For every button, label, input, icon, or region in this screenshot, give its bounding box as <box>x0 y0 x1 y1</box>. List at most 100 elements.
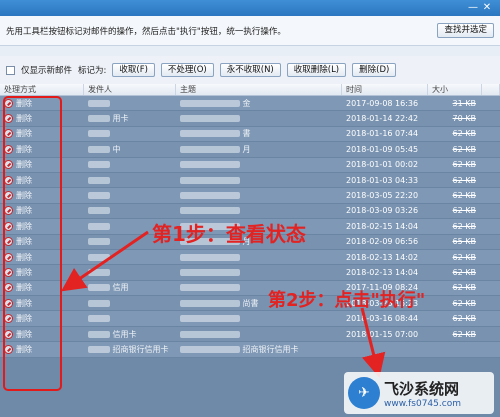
row-action-cell[interactable]: 删除 <box>0 236 84 247</box>
row-action-cell[interactable]: 删除 <box>0 113 84 124</box>
row-subject: 月 <box>242 144 251 154</box>
ignore-button[interactable]: 不处理(O) <box>160 63 214 77</box>
row-time: 2018-03-26 15:23 <box>346 298 419 308</box>
row-size: 65 KB <box>452 237 476 247</box>
receive-delete-button[interactable]: 收取删除(L) <box>286 63 347 77</box>
row-sender: 信用 <box>112 283 129 293</box>
table-row[interactable]: 删除 2018-02-15 14:04 62 KB <box>0 219 500 235</box>
row-sender: 中 <box>112 144 121 154</box>
table-row[interactable]: 删除 月 2018-02-09 06:56 65 KB <box>0 234 500 250</box>
row-action-label: 删除 <box>16 344 32 354</box>
table-row[interactable]: 删除 2018-03-05 22:20 62 KB <box>0 188 500 204</box>
delete-mark-icon <box>4 129 13 139</box>
only-new-checkbox[interactable] <box>6 65 15 75</box>
row-size: 62 KB <box>452 191 476 201</box>
table-row[interactable]: 删除 招商银行信用卡 招商银行信用卡 <box>0 342 500 358</box>
row-action-label: 删除 <box>16 314 32 324</box>
row-time: 2018-02-09 06:56 <box>346 237 419 247</box>
delete-mark-icon <box>4 298 13 308</box>
minimize-icon[interactable]: — <box>466 1 480 15</box>
row-action-label: 删除 <box>16 298 32 308</box>
delete-mark-icon <box>4 237 13 247</box>
table-row[interactable]: 删除 中 月 2018-01-09 05:45 62 KB <box>0 142 500 158</box>
row-subject-cell <box>176 330 342 339</box>
row-action-label: 删除 <box>16 144 32 154</box>
row-action-cell[interactable]: 删除 <box>0 144 84 155</box>
row-subject: 月 <box>242 237 251 247</box>
column-header-action[interactable]: 处理方式 <box>0 84 84 95</box>
row-action-cell[interactable]: 删除 <box>0 159 84 170</box>
row-action-cell[interactable]: 删除 <box>0 313 84 324</box>
row-size: 62 KB <box>452 329 476 339</box>
mail-list[interactable]: 处理方式 发件人 主题 时间 大小 删除 金 2017-09-08 16:36 31… <box>0 84 500 417</box>
watermark-title: 飞沙系统网 <box>384 379 460 398</box>
row-sender: 招商银行信用卡 <box>112 344 169 354</box>
table-row[interactable]: 删除 用卡 2018-01-14 22:42 70 KB <box>0 111 500 127</box>
row-action-cell[interactable]: 删除 <box>0 221 84 232</box>
row-action-cell[interactable]: 删除 <box>0 344 84 355</box>
row-time: 2018-01-14 22:42 <box>346 114 419 124</box>
column-header-size[interactable]: 大小 <box>428 84 482 95</box>
table-row[interactable]: 删除 2018-02-13 14:02 62 KB <box>0 249 500 266</box>
row-time: 2018-02-15 14:04 <box>346 221 419 231</box>
row-size: 62 KB <box>452 129 476 139</box>
delete-mark-icon <box>4 267 13 277</box>
table-row[interactable]: 删除 信用卡 2018-01-15 07:00 62 KB <box>0 326 500 343</box>
row-sender-cell <box>84 160 176 169</box>
close-icon[interactable]: ✕ <box>480 1 494 15</box>
mark-as-label: 标记为: <box>78 66 107 76</box>
table-row[interactable]: 删除 2018-01-03 04:33 62 KB <box>0 172 500 189</box>
row-action-cell[interactable]: 删除 <box>0 190 84 201</box>
table-row[interactable]: 删除 2018-01-01 00:02 62 KB <box>0 157 500 173</box>
row-subject-cell <box>176 206 342 215</box>
receive-button[interactable]: 收取(F) <box>112 63 155 77</box>
row-sender-cell <box>84 299 176 308</box>
row-action-cell[interactable]: 删除 <box>0 267 84 278</box>
row-action-cell[interactable]: 删除 <box>0 128 84 139</box>
row-sender-cell: 信用 <box>84 282 176 293</box>
row-action-cell[interactable]: 删除 <box>0 205 84 216</box>
table-row[interactable]: 删除 2018-03-09 03:26 62 KB <box>0 203 500 220</box>
row-size: 62 KB <box>452 283 476 293</box>
row-action-cell[interactable]: 删除 <box>0 175 84 186</box>
only-new-label: 仅显示新邮件 <box>21 66 73 76</box>
row-action-label: 删除 <box>16 114 32 124</box>
row-action-cell[interactable]: 删除 <box>0 252 84 263</box>
table-row[interactable]: 删除 信用 2017-11-09 08:24 62 KB <box>0 280 500 297</box>
row-time: 2018-01-01 00:02 <box>346 160 419 170</box>
table-row[interactable]: 删除 金 2017-09-08 16:36 31 KB <box>0 96 500 112</box>
row-time: 2018-01-15 07:00 <box>346 329 419 339</box>
row-sender: 信用卡 <box>112 329 137 339</box>
row-subject-cell: 尚書 <box>176 298 342 309</box>
table-row[interactable]: 删除 2018-02-13 14:04 62 KB <box>0 265 500 281</box>
row-subject: 招商银行信用卡 <box>242 344 299 354</box>
table-row[interactable]: 删除 書 2018-01-16 07:44 62 KB <box>0 126 500 143</box>
row-size: 62 KB <box>452 206 476 216</box>
row-action-cell[interactable]: 删除 <box>0 298 84 309</box>
row-time: 2018-03-16 08:44 <box>346 314 419 324</box>
table-row[interactable]: 删除 2018-03-16 08:44 62 KB <box>0 311 500 327</box>
delete-button[interactable]: 删除(D) <box>352 63 397 77</box>
row-action-cell[interactable]: 删除 <box>0 329 84 340</box>
row-sender: 用卡 <box>112 114 129 124</box>
row-subject-cell <box>176 253 342 262</box>
column-header-subject[interactable]: 主题 <box>176 84 342 95</box>
row-action-label: 删除 <box>16 191 32 201</box>
row-action-label: 删除 <box>16 252 32 262</box>
column-header-time[interactable]: 时间 <box>342 84 428 95</box>
row-sender-cell <box>84 237 176 246</box>
column-header-sender[interactable]: 发件人 <box>84 84 176 95</box>
row-action-cell[interactable]: 删除 <box>0 282 84 293</box>
table-row[interactable]: 删除 尚書 2018-03-26 15:23 62 KB <box>0 296 500 312</box>
never-receive-button[interactable]: 永不收取(N) <box>219 63 281 77</box>
list-header: 处理方式 发件人 主题 时间 大小 <box>0 84 500 96</box>
row-sender-cell <box>84 129 176 138</box>
row-size: 62 KB <box>452 267 476 277</box>
row-subject: 書 <box>242 129 251 139</box>
row-action-label: 删除 <box>16 98 32 108</box>
row-action-cell[interactable]: 删除 <box>0 98 84 109</box>
row-time: 2018-03-05 22:20 <box>346 191 419 201</box>
find-select-button[interactable]: 查找并选定 <box>437 23 494 38</box>
delete-mark-icon <box>4 314 13 324</box>
row-sender-cell: 招商银行信用卡 <box>84 344 176 355</box>
